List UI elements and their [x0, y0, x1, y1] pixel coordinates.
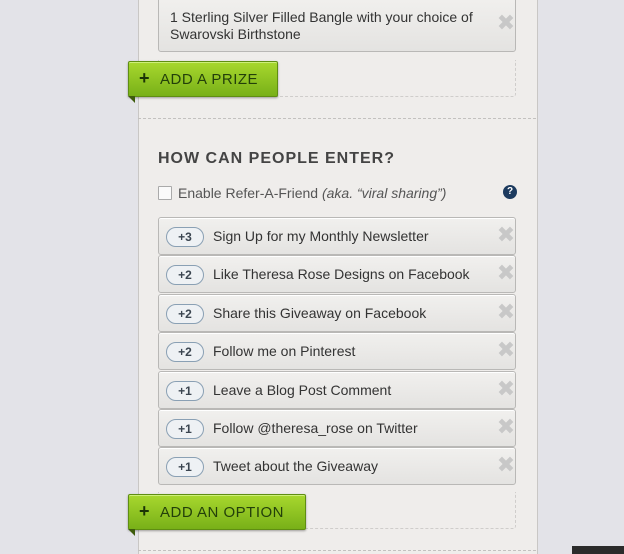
entry-option[interactable]: +2 Follow me on Pinterest ✖	[158, 332, 516, 370]
entry-option-label: Share this Giveaway on Facebook	[213, 305, 427, 321]
remove-prize-icon[interactable]: ✖	[495, 13, 517, 35]
plus-icon: +	[139, 501, 151, 521]
ribbon-fold	[128, 96, 135, 103]
ribbon-fold	[128, 529, 135, 536]
remove-option-icon[interactable]: ✖	[495, 455, 517, 477]
entry-option-label: Tweet about the Giveaway	[213, 458, 378, 474]
refer-a-friend-label[interactable]: Enable Refer-A-Friend (aka. “viral shari…	[178, 185, 446, 201]
add-prize-button[interactable]: + Add a Prize	[128, 61, 278, 103]
remove-option-icon[interactable]: ✖	[495, 225, 517, 247]
refer-a-friend-checkbox[interactable]	[158, 186, 172, 200]
add-option-button[interactable]: + Add an Option	[128, 494, 306, 536]
entry-option[interactable]: +2 Share this Giveaway on Facebook ✖	[158, 294, 516, 332]
refer-label-text: Enable Refer-A-Friend	[178, 185, 319, 201]
prize-text: 1 Sterling Silver Filled Bangle with you…	[170, 9, 473, 42]
remove-option-icon[interactable]: ✖	[495, 379, 517, 401]
points-badge: +1	[166, 457, 204, 477]
entry-option-label: Follow me on Pinterest	[213, 343, 356, 359]
entry-option-label: Follow @theresa_rose on Twitter	[213, 420, 418, 436]
points-badge: +3	[166, 227, 204, 247]
entry-option[interactable]: +1 Follow @theresa_rose on Twitter ✖	[158, 409, 516, 447]
remove-option-icon[interactable]: ✖	[495, 263, 517, 285]
entry-option-label: Like Theresa Rose Designs on Facebook	[213, 266, 470, 282]
entry-option-label: Leave a Blog Post Comment	[213, 382, 392, 398]
help-icon[interactable]: ?	[503, 185, 517, 199]
section-divider	[138, 118, 536, 119]
points-badge: +2	[166, 265, 204, 285]
remove-option-icon[interactable]: ✖	[495, 417, 517, 439]
add-option-label: Add an Option	[160, 504, 285, 521]
points-badge: +1	[166, 381, 204, 401]
entry-option-label: Sign Up for my Monthly Newsletter	[213, 228, 429, 244]
entry-option[interactable]: +1 Tweet about the Giveaway ✖	[158, 447, 516, 485]
refer-a-friend-row: Enable Refer-A-Friend (aka. “viral shari…	[158, 184, 518, 202]
points-badge: +2	[166, 342, 204, 362]
entry-option[interactable]: +2 Like Theresa Rose Designs on Facebook…	[158, 255, 516, 293]
entry-option[interactable]: +1 Leave a Blog Post Comment ✖	[158, 371, 516, 409]
remove-option-icon[interactable]: ✖	[495, 340, 517, 362]
points-badge: +2	[166, 304, 204, 324]
section-divider	[138, 550, 536, 551]
entry-option[interactable]: +3 Sign Up for my Monthly Newsletter ✖	[158, 217, 516, 255]
refer-label-note: (aka. “viral sharing”)	[321, 185, 447, 201]
prize-item[interactable]: 1 Sterling Silver Filled Bangle with you…	[158, 0, 516, 52]
points-badge: +1	[166, 419, 204, 439]
plus-icon: +	[139, 68, 151, 88]
corner-widget	[572, 546, 624, 554]
entry-section-heading: How can people enter?	[158, 150, 396, 167]
add-prize-label: Add a Prize	[160, 71, 259, 88]
remove-option-icon[interactable]: ✖	[495, 302, 517, 324]
